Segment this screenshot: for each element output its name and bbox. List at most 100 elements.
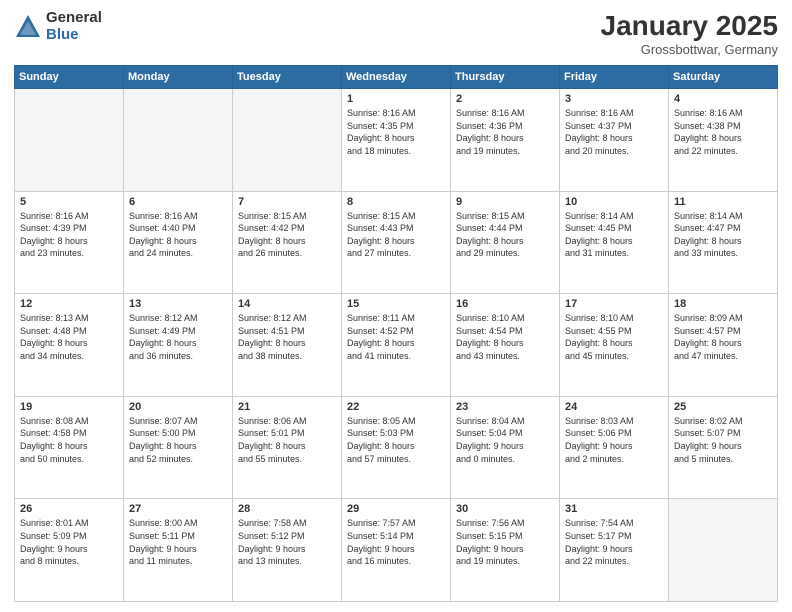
day-number: 6 bbox=[129, 196, 227, 208]
cell-info: Sunrise: 8:16 AM Sunset: 4:38 PM Dayligh… bbox=[674, 107, 772, 157]
calendar-cell: 3 Sunrise: 8:16 AM Sunset: 4:37 PM Daylig… bbox=[560, 89, 669, 192]
cell-info: Sunrise: 8:10 AM Sunset: 4:54 PM Dayligh… bbox=[456, 312, 554, 362]
day-number: 26 bbox=[20, 503, 118, 515]
logo: General Blue bbox=[14, 10, 102, 43]
weekday-thursday: Thursday bbox=[451, 66, 560, 89]
cell-info: Sunrise: 8:16 AM Sunset: 4:36 PM Dayligh… bbox=[456, 107, 554, 157]
weekday-wednesday: Wednesday bbox=[342, 66, 451, 89]
calendar-cell: 7 Sunrise: 8:15 AM Sunset: 4:42 PM Daylig… bbox=[233, 191, 342, 294]
calendar-cell: 8 Sunrise: 8:15 AM Sunset: 4:43 PM Daylig… bbox=[342, 191, 451, 294]
cell-info: Sunrise: 8:09 AM Sunset: 4:57 PM Dayligh… bbox=[674, 312, 772, 362]
day-number: 15 bbox=[347, 298, 445, 310]
day-number: 20 bbox=[129, 401, 227, 413]
calendar-cell: 11Sunrise: 8:14 AM Sunset: 4:47 PM Dayli… bbox=[669, 191, 778, 294]
day-number: 8 bbox=[347, 196, 445, 208]
day-number: 21 bbox=[238, 401, 336, 413]
title-location: Grossbottwar, Germany bbox=[601, 42, 778, 57]
calendar-cell: 26 Sunrise: 8:01 AM Sunset: 5:09 PM Dayli… bbox=[15, 499, 124, 602]
calendar-cell bbox=[233, 89, 342, 192]
day-number: 13 bbox=[129, 298, 227, 310]
calendar-cell bbox=[669, 499, 778, 602]
day-number: 19 bbox=[20, 401, 118, 413]
cell-info: Sunrise: 8:01 AM Sunset: 5:09 PM Dayligh… bbox=[20, 517, 118, 567]
day-number: 28 bbox=[238, 503, 336, 515]
cell-info: Sunrise: 8:12 AM Sunset: 4:49 PM Dayligh… bbox=[129, 312, 227, 362]
cell-info: Sunrise: 8:13 AM Sunset: 4:48 PM Dayligh… bbox=[20, 312, 118, 362]
calendar-cell: 23 Sunrise: 8:04 AM Sunset: 5:04 PM Dayli… bbox=[451, 396, 560, 499]
day-number: 25 bbox=[674, 401, 772, 413]
day-number: 23 bbox=[456, 401, 554, 413]
cell-info: Sunrise: 8:16 AM Sunset: 4:37 PM Dayligh… bbox=[565, 107, 663, 157]
cell-info: Sunrise: 7:56 AM Sunset: 5:15 PM Dayligh… bbox=[456, 517, 554, 567]
calendar-cell: 10Sunrise: 8:14 AM Sunset: 4:45 PM Dayli… bbox=[560, 191, 669, 294]
calendar-cell: 29Sunrise: 7:57 AM Sunset: 5:14 PM Dayli… bbox=[342, 499, 451, 602]
day-number: 4 bbox=[674, 93, 772, 105]
calendar-cell: 4 Sunrise: 8:16 AM Sunset: 4:38 PM Daylig… bbox=[669, 89, 778, 192]
calendar-cell: 5Sunrise: 8:16 AM Sunset: 4:39 PM Daylig… bbox=[15, 191, 124, 294]
cell-info: Sunrise: 8:11 AM Sunset: 4:52 PM Dayligh… bbox=[347, 312, 445, 362]
cell-info: Sunrise: 8:06 AM Sunset: 5:01 PM Dayligh… bbox=[238, 415, 336, 465]
week-row-0: 1Sunrise: 8:16 AM Sunset: 4:35 PM Daylig… bbox=[15, 89, 778, 192]
calendar-cell: 31Sunrise: 7:54 AM Sunset: 5:17 PM Dayli… bbox=[560, 499, 669, 602]
calendar: SundayMondayTuesdayWednesdayThursdayFrid… bbox=[14, 65, 778, 602]
cell-info: Sunrise: 8:07 AM Sunset: 5:00 PM Dayligh… bbox=[129, 415, 227, 465]
calendar-cell: 28 Sunrise: 7:58 AM Sunset: 5:12 PM Dayli… bbox=[233, 499, 342, 602]
cell-info: Sunrise: 8:03 AM Sunset: 5:06 PM Dayligh… bbox=[565, 415, 663, 465]
day-number: 16 bbox=[456, 298, 554, 310]
cell-info: Sunrise: 7:58 AM Sunset: 5:12 PM Dayligh… bbox=[238, 517, 336, 567]
weekday-saturday: Saturday bbox=[669, 66, 778, 89]
day-number: 27 bbox=[129, 503, 227, 515]
cell-info: Sunrise: 8:15 AM Sunset: 4:44 PM Dayligh… bbox=[456, 210, 554, 260]
calendar-cell: 2 Sunrise: 8:16 AM Sunset: 4:36 PM Daylig… bbox=[451, 89, 560, 192]
cell-info: Sunrise: 8:12 AM Sunset: 4:51 PM Dayligh… bbox=[238, 312, 336, 362]
cell-info: Sunrise: 8:00 AM Sunset: 5:11 PM Dayligh… bbox=[129, 517, 227, 567]
calendar-cell: 25 Sunrise: 8:02 AM Sunset: 5:07 PM Dayli… bbox=[669, 396, 778, 499]
day-number: 30 bbox=[456, 503, 554, 515]
logo-blue: Blue bbox=[46, 27, 102, 44]
calendar-cell: 21 Sunrise: 8:06 AM Sunset: 5:01 PM Dayli… bbox=[233, 396, 342, 499]
calendar-cell: 16 Sunrise: 8:10 AM Sunset: 4:54 PM Dayli… bbox=[451, 294, 560, 397]
logo-icon bbox=[14, 13, 42, 41]
calendar-cell: 22Sunrise: 8:05 AM Sunset: 5:03 PM Dayli… bbox=[342, 396, 451, 499]
day-number: 1 bbox=[347, 93, 445, 105]
week-row-4: 26 Sunrise: 8:01 AM Sunset: 5:09 PM Dayli… bbox=[15, 499, 778, 602]
cell-info: Sunrise: 8:02 AM Sunset: 5:07 PM Dayligh… bbox=[674, 415, 772, 465]
cell-info: Sunrise: 8:10 AM Sunset: 4:55 PM Dayligh… bbox=[565, 312, 663, 362]
calendar-cell: 6Sunrise: 8:16 AM Sunset: 4:40 PM Daylig… bbox=[124, 191, 233, 294]
calendar-cell bbox=[15, 89, 124, 192]
week-row-3: 19Sunrise: 8:08 AM Sunset: 4:58 PM Dayli… bbox=[15, 396, 778, 499]
cell-info: Sunrise: 8:14 AM Sunset: 4:45 PM Dayligh… bbox=[565, 210, 663, 260]
calendar-cell: 30 Sunrise: 7:56 AM Sunset: 5:15 PM Dayli… bbox=[451, 499, 560, 602]
day-number: 2 bbox=[456, 93, 554, 105]
calendar-cell: 1Sunrise: 8:16 AM Sunset: 4:35 PM Daylig… bbox=[342, 89, 451, 192]
calendar-cell: 17 Sunrise: 8:10 AM Sunset: 4:55 PM Dayli… bbox=[560, 294, 669, 397]
cell-info: Sunrise: 8:15 AM Sunset: 4:42 PM Dayligh… bbox=[238, 210, 336, 260]
weekday-sunday: Sunday bbox=[15, 66, 124, 89]
day-number: 22 bbox=[347, 401, 445, 413]
calendar-cell bbox=[124, 89, 233, 192]
calendar-cell: 14 Sunrise: 8:12 AM Sunset: 4:51 PM Dayli… bbox=[233, 294, 342, 397]
page: General Blue January 2025 Grossbottwar, … bbox=[0, 0, 792, 612]
header: General Blue January 2025 Grossbottwar, … bbox=[14, 10, 778, 57]
calendar-cell: 20 Sunrise: 8:07 AM Sunset: 5:00 PM Dayli… bbox=[124, 396, 233, 499]
cell-info: Sunrise: 8:15 AM Sunset: 4:43 PM Dayligh… bbox=[347, 210, 445, 260]
day-number: 17 bbox=[565, 298, 663, 310]
title-month: January 2025 bbox=[601, 10, 778, 42]
cell-info: Sunrise: 7:57 AM Sunset: 5:14 PM Dayligh… bbox=[347, 517, 445, 567]
week-row-2: 12Sunrise: 8:13 AM Sunset: 4:48 PM Dayli… bbox=[15, 294, 778, 397]
calendar-cell: 15 Sunrise: 8:11 AM Sunset: 4:52 PM Dayli… bbox=[342, 294, 451, 397]
calendar-cell: 27 Sunrise: 8:00 AM Sunset: 5:11 PM Dayli… bbox=[124, 499, 233, 602]
cell-info: Sunrise: 8:16 AM Sunset: 4:39 PM Dayligh… bbox=[20, 210, 118, 260]
weekday-tuesday: Tuesday bbox=[233, 66, 342, 89]
day-number: 3 bbox=[565, 93, 663, 105]
logo-text: General Blue bbox=[46, 10, 102, 43]
cell-info: Sunrise: 8:14 AM Sunset: 4:47 PM Dayligh… bbox=[674, 210, 772, 260]
calendar-cell: 12Sunrise: 8:13 AM Sunset: 4:48 PM Dayli… bbox=[15, 294, 124, 397]
weekday-monday: Monday bbox=[124, 66, 233, 89]
day-number: 31 bbox=[565, 503, 663, 515]
day-number: 14 bbox=[238, 298, 336, 310]
day-number: 9 bbox=[456, 196, 554, 208]
day-number: 7 bbox=[238, 196, 336, 208]
cell-info: Sunrise: 8:04 AM Sunset: 5:04 PM Dayligh… bbox=[456, 415, 554, 465]
calendar-cell: 18Sunrise: 8:09 AM Sunset: 4:57 PM Dayli… bbox=[669, 294, 778, 397]
